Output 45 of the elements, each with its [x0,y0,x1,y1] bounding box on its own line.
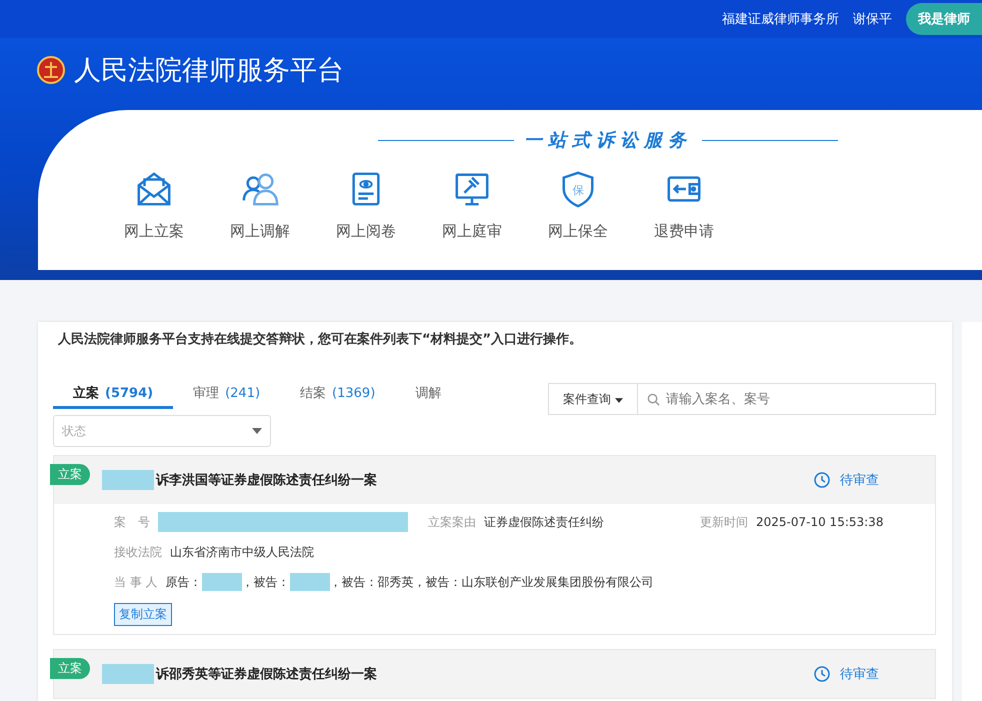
copy-filing-button[interactable]: 复制立案 [114,603,172,626]
service-item[interactable]: 保 网上保全 [540,170,616,241]
field-value: 证券虚假陈述责任纠纷 [484,514,604,530]
field-value: 2025-07-10 15:53:38 [756,515,884,529]
field-label: 案 号 [114,514,150,530]
firm-name: 福建证威律师事务所 [722,11,839,28]
field-value: 山东省济南市中级人民法院 [170,544,314,561]
field-label: 更新时间 [700,514,748,530]
slogan: 一站式诉讼服务 [524,129,692,152]
notice-text: 人民法院律师服务平台支持在线提交答辩状，您可在案件列表下“材料提交”入口进行操作。 [56,330,584,349]
case-tab[interactable]: 结案 (1369) [280,380,396,409]
case-status[interactable]: 待审查 [808,470,885,490]
case-tab[interactable]: 审理 (241) [173,380,280,409]
case-status[interactable]: 待审查 [808,664,885,684]
field-label: 接收法院 [114,544,162,561]
emblem-icon [36,55,66,85]
service-item[interactable]: 网上调解 [222,170,298,241]
case-title[interactable]: 诉邵秀英等证券虚假陈述责任纠纷一案 [156,665,808,683]
service-item[interactable]: 网上庭审 [434,170,510,241]
status-tag: 立案 [50,658,90,679]
search-field[interactable]: 请输入案名、案号 [638,383,936,415]
redaction-block [202,573,242,591]
search-type-dropdown[interactable]: 案件查询 [548,383,638,415]
site-title: 人民法院律师服务平台 [74,54,344,88]
status-tag: 立案 [50,464,90,485]
service-item[interactable]: 退费申请 [646,170,722,241]
envelope-icon [135,170,173,208]
field-label: 立案案由 [428,514,476,530]
clock-icon [814,666,830,682]
party-text: ，被告：邵秀英，被告：山东联创产业发展集团股份有限公司 [330,574,654,590]
case-tab[interactable]: 调解 [395,380,462,409]
redaction-block [102,664,154,684]
party-text: 原告： [166,574,202,590]
service-item[interactable]: 网上阅卷 [328,170,404,241]
redaction-block [290,573,330,591]
user-name: 谢保平 [853,11,892,28]
party-text: ，被告： [242,574,290,590]
caret-icon [252,428,262,434]
field-label: 当 事 人 [114,574,158,590]
case-tab[interactable]: 立案 (5794) [53,380,174,409]
clock-icon [814,472,830,488]
service-item[interactable]: 网上立案 [116,170,192,241]
caret-icon [615,398,623,402]
case-title[interactable]: 诉李洪国等证券虚假陈述责任纠纷一案 [156,471,808,489]
redaction-block [102,470,154,490]
